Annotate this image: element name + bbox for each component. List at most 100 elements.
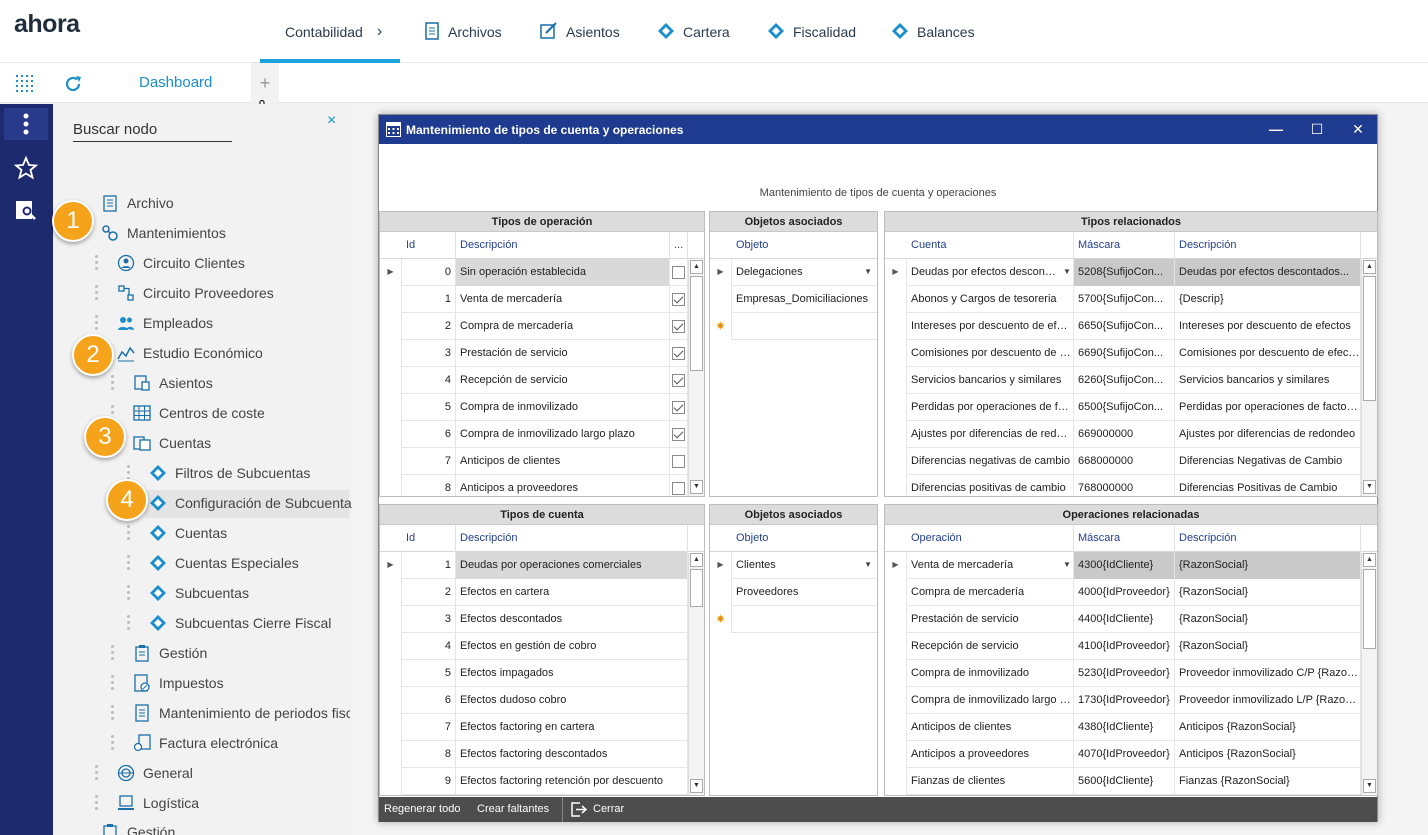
dropdown-arrow-icon[interactable]: ▼ — [1063, 259, 1071, 285]
tree-item-circuito-proveedores[interactable]: Circuito Proveedores — [117, 281, 274, 305]
table-row[interactable]: 9 Efectos factoring retención por descuen… — [380, 768, 704, 795]
checkbox[interactable] — [672, 455, 685, 468]
tree-item-cuentas[interactable]: Cuentas — [133, 431, 211, 455]
table-row[interactable]: 7 Efectos factoring en cartera — [380, 714, 704, 741]
app-logo[interactable]: ahora — [14, 10, 80, 39]
table-row[interactable]: 3 Prestación de servicio — [380, 340, 704, 367]
table-row[interactable]: 5 Compra de inmovilizado — [380, 394, 704, 421]
cell-empty[interactable] — [732, 313, 877, 340]
cell-empty[interactable] — [732, 606, 877, 633]
table-row[interactable]: Fianzas de clientes 5600{IdCliente} Fianza… — [885, 768, 1377, 795]
tree-item-circuito-clientes[interactable]: Circuito Clientes — [117, 251, 245, 275]
table-row[interactable]: Intereses por descuento de efectos 6650{S… — [885, 313, 1377, 340]
refresh-icon[interactable] — [63, 74, 83, 97]
tree-item-mantenimientos[interactable]: Mantenimientos — [101, 221, 226, 245]
dialog-titlebar[interactable]: Mantenimiento de tipos de cuenta y opera… — [379, 115, 1377, 144]
vertical-scrollbar[interactable]: ▲ ▼ — [688, 260, 704, 496]
star-icon[interactable] — [10, 152, 42, 184]
list-item[interactable]: ▶ Delegaciones ▼ — [710, 259, 877, 286]
vertical-scrollbar[interactable]: ▲ ▼ — [688, 553, 704, 795]
checkbox[interactable] — [672, 320, 685, 333]
column-header-cuenta[interactable]: Cuenta — [907, 232, 1074, 259]
column-header-descripcion[interactable]: Descripción — [456, 232, 670, 259]
table-row[interactable]: 1 Venta de mercadería — [380, 286, 704, 313]
column-header-objeto[interactable]: Objeto — [732, 232, 877, 259]
dropdown-arrow-icon[interactable]: ▼ — [864, 552, 872, 578]
document-search-icon[interactable] — [10, 194, 42, 226]
checkbox[interactable] — [672, 401, 685, 414]
table-row[interactable]: Abonos y Cargos de tesoreria 5700{SufijoC… — [885, 286, 1377, 313]
close-button[interactable]: Cerrar — [593, 803, 624, 815]
column-header-descripcion[interactable]: Descripción — [456, 525, 688, 552]
table-row[interactable]: 8 Efectos factoring descontados — [380, 741, 704, 768]
column-header-more[interactable]: ... — [670, 232, 688, 259]
checkbox[interactable] — [672, 266, 685, 279]
new-row[interactable]: ✷ — [710, 606, 877, 633]
column-header-id[interactable]: Id — [402, 232, 456, 259]
column-header-id[interactable]: Id — [402, 525, 456, 552]
apps-grid-icon[interactable] — [15, 74, 35, 97]
tree-item-centros-de-coste[interactable]: Centros de coste — [133, 401, 265, 425]
tree-item-gestion[interactable]: Gestión — [133, 641, 207, 665]
table-row[interactable]: 4 Recepción de servicio — [380, 367, 704, 394]
table-row[interactable]: Diferencias positivas de cambio 768000000… — [885, 475, 1377, 496]
dropdown-arrow-icon[interactable]: ▼ — [864, 259, 872, 285]
tree-item-cuentas-sub[interactable]: Cuentas — [149, 521, 227, 545]
maximize-button[interactable]: ☐ — [1297, 115, 1337, 144]
tree-item-filtros-de-subcuentas[interactable]: Filtros de Subcuentas — [149, 461, 310, 485]
column-header-descripcion[interactable]: Descripción — [1175, 525, 1361, 552]
table-row[interactable]: 2 Compra de mercadería — [380, 313, 704, 340]
vertical-scrollbar[interactable]: ▲ ▼ — [1361, 260, 1377, 496]
create-missing-button[interactable]: Crear faltantes — [477, 803, 549, 815]
table-row[interactable]: 3 Efectos descontados — [380, 606, 704, 633]
checkbox[interactable] — [672, 428, 685, 441]
add-tab-button[interactable]: + — [251, 63, 279, 103]
nav-item-contabilidad[interactable]: Contabilidad › — [285, 22, 382, 42]
table-row[interactable]: 2 Efectos en cartera — [380, 579, 704, 606]
minimize-button[interactable]: — — [1256, 115, 1296, 144]
tree-item-factura-electronica[interactable]: Factura electrónica — [133, 731, 278, 755]
table-row[interactable]: ▶ Venta de mercadería ▼ 4300{IdCliente} {Raz… — [885, 552, 1377, 579]
nav-item-asientos[interactable]: Asientos — [540, 21, 620, 42]
vertical-scrollbar[interactable]: ▲ ▼ — [1361, 553, 1377, 795]
table-row[interactable]: ▶ Deudas por efectos descontados ▼ 5208{Suf… — [885, 259, 1377, 286]
table-row[interactable]: 4 Efectos en gestión de cobro — [380, 633, 704, 660]
tree-item-impuestos[interactable]: Impuestos — [133, 671, 224, 695]
nav-item-balances[interactable]: Balances — [891, 22, 975, 42]
tree-item-asientos[interactable]: Asientos — [133, 371, 213, 395]
table-row[interactable]: 8 Anticipos a proveedores — [380, 475, 704, 496]
table-row[interactable]: Ajustes por diferencias de redondeo 66900… — [885, 421, 1377, 448]
table-row[interactable]: 6 Efectos dudoso cobro — [380, 687, 704, 714]
column-header-mascara[interactable]: Máscara — [1074, 232, 1175, 259]
table-row[interactable]: 5 Efectos impagados — [380, 660, 704, 687]
table-row[interactable]: 6 Compra de inmovilizado largo plazo — [380, 421, 704, 448]
table-row[interactable]: Compra de inmovilizado largo plazo 1730{I… — [885, 687, 1377, 714]
tree-item-general[interactable]: General — [117, 761, 193, 785]
column-header-objeto[interactable]: Objeto — [732, 525, 877, 552]
checkbox[interactable] — [672, 293, 685, 306]
table-row[interactable]: ▶ 1 Deudas por operaciones comerciales — [380, 552, 704, 579]
table-row[interactable]: Diferencias negativas de cambio 668000000… — [885, 448, 1377, 475]
table-row[interactable]: Comisiones por descuento de efectos6690{… — [885, 340, 1377, 367]
regenerate-all-button[interactable]: Regenerar todo — [384, 803, 460, 815]
tree-item-logistica[interactable]: Logística — [117, 791, 199, 815]
table-row[interactable]: Compra de mercadería 4000{IdProveedor} {Ra… — [885, 579, 1377, 606]
table-row[interactable]: Perdidas por operaciones de factoring650… — [885, 394, 1377, 421]
tree-item-archivo[interactable]: Archivo — [101, 191, 174, 215]
nav-item-cartera[interactable]: Cartera — [657, 22, 730, 42]
table-row[interactable]: Servicios bancarios y similares 6260{Sufi… — [885, 367, 1377, 394]
more-vertical-icon[interactable] — [4, 108, 48, 140]
checkbox[interactable] — [672, 482, 685, 495]
tree-item-estudio-economico[interactable]: Estudio Económico — [117, 341, 263, 365]
table-row[interactable]: ▶ 0 Sin operación establecida — [380, 259, 704, 286]
column-header-descripcion[interactable]: Descripción — [1175, 232, 1361, 259]
table-row[interactable]: Prestación de servicio 4400{IdCliente} {Ra… — [885, 606, 1377, 633]
close-window-button[interactable]: ✕ — [1338, 115, 1378, 144]
list-item[interactable]: Empresas_Domiciliaciones — [710, 286, 877, 313]
table-row[interactable]: Recepción de servicio 4100{IdProveedor} {R… — [885, 633, 1377, 660]
tree-item-subcuentas-cierre-fiscal[interactable]: Subcuentas Cierre Fiscal — [149, 611, 331, 635]
tree-item-subcuentas[interactable]: Subcuentas — [149, 581, 249, 605]
checkbox[interactable] — [672, 374, 685, 387]
checkbox[interactable] — [672, 347, 685, 360]
column-header-mascara[interactable]: Máscara — [1074, 525, 1175, 552]
